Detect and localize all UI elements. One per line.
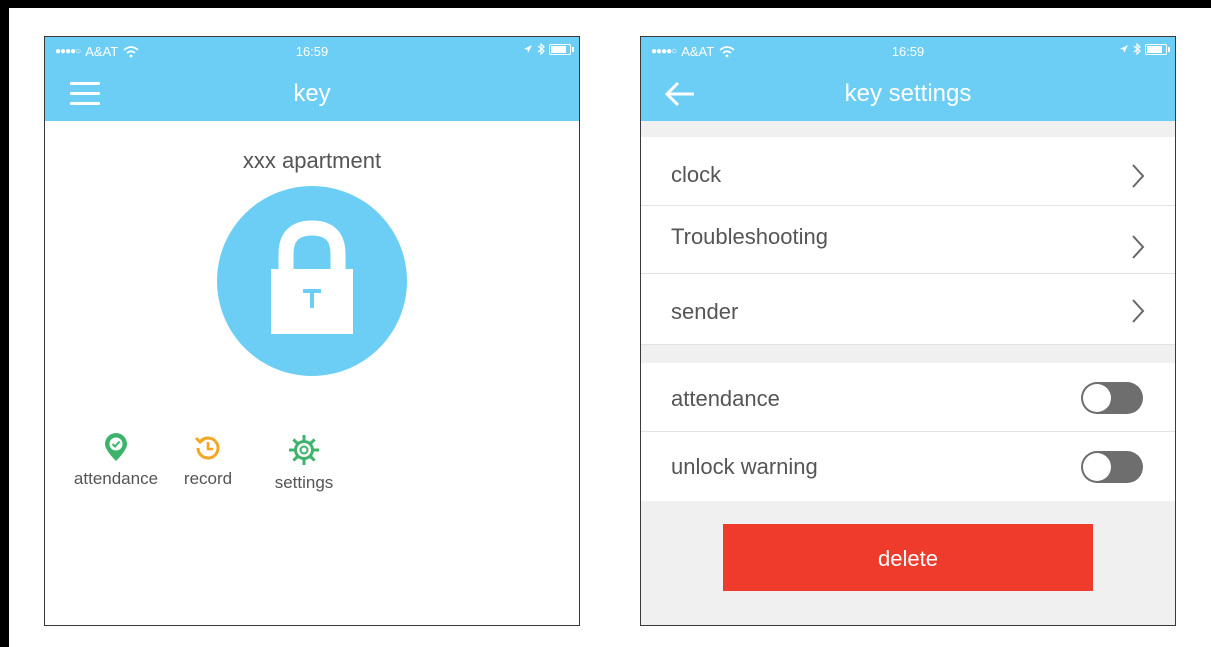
padlock-icon [271, 220, 353, 334]
status-bar: ●●●●○ A&AT 16:59 [45, 37, 579, 67]
location-check-icon [105, 433, 127, 461]
key-settings-screen: ●●●●○ A&AT 16:59 key settings clock Trou… [640, 36, 1176, 626]
status-bar: ●●●●○ A&AT 16:59 [641, 37, 1175, 67]
unlock-warning-toggle[interactable] [1081, 451, 1143, 483]
battery-icon [1145, 43, 1170, 55]
settings-row-troubleshooting[interactable]: Troubleshooting [641, 206, 1175, 274]
page-title: key settings [844, 80, 972, 107]
battery-icon [549, 43, 574, 55]
status-right [523, 43, 574, 55]
settings-row-clock[interactable]: clock [641, 137, 1175, 206]
settings-row-attendance: attendance [641, 363, 1175, 432]
settings-action[interactable]: settings [256, 433, 352, 493]
frame-left-border [0, 0, 9, 647]
nav-bar: key settings [641, 67, 1175, 121]
bluetooth-icon [537, 43, 545, 55]
attendance-label: attendance [73, 469, 159, 488]
row-label: Troubleshooting [671, 224, 828, 249]
bluetooth-icon [1133, 43, 1141, 55]
history-clock-icon [194, 436, 220, 460]
frame-top-border [0, 0, 1211, 8]
row-label: attendance [671, 386, 780, 411]
row-label: clock [671, 162, 722, 187]
settings-row-sender[interactable]: sender [641, 274, 1175, 345]
apartment-name: xxx apartment [242, 148, 382, 173]
status-right [1119, 43, 1170, 55]
row-label: sender [671, 299, 739, 324]
toggle-knob [1083, 453, 1111, 481]
settings-label: settings [274, 473, 334, 492]
status-time: 16:59 [891, 44, 925, 59]
chevron-right-icon [1132, 164, 1145, 188]
delete-button[interactable]: delete [723, 524, 1093, 591]
nav-bar: key [45, 67, 579, 121]
attendance-toggle[interactable] [1081, 382, 1143, 414]
status-time: 16:59 [295, 44, 329, 59]
settings-row-unlock-warning: unlock warning [641, 432, 1175, 501]
gear-icon [289, 435, 319, 465]
page-title: key [293, 80, 331, 107]
chevron-right-icon [1132, 235, 1145, 259]
chevron-right-icon [1132, 299, 1145, 323]
record-label: record [183, 469, 233, 488]
record-action[interactable]: record [160, 433, 256, 489]
attendance-action[interactable]: attendance [68, 433, 164, 489]
location-arrow-icon [1120, 45, 1128, 53]
row-label: unlock warning [671, 454, 818, 479]
key-screen: ●●●●○ A&AT 16:59 key xxx apartment atten… [44, 36, 580, 626]
toggle-knob [1083, 384, 1111, 412]
unlock-button[interactable] [217, 186, 407, 376]
location-arrow-icon [524, 45, 532, 53]
